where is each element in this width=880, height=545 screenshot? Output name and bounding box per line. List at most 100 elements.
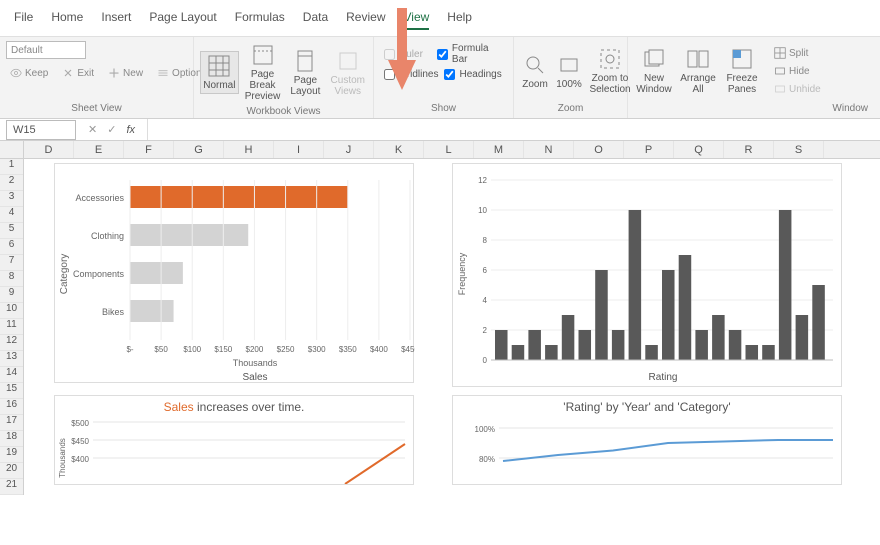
menu-formulas[interactable]: Formulas xyxy=(235,10,285,30)
new-window-button[interactable]: New Window xyxy=(634,45,674,97)
row-headers[interactable]: 123456789101112131415161718192021 xyxy=(0,159,24,495)
unhide-icon xyxy=(774,83,786,95)
svg-text:$400: $400 xyxy=(370,345,388,354)
col-header[interactable]: E xyxy=(74,141,124,158)
svg-text:4: 4 xyxy=(483,296,488,305)
col-header[interactable]: P xyxy=(624,141,674,158)
svg-text:Components: Components xyxy=(73,269,125,279)
formula-input[interactable] xyxy=(147,119,880,140)
group-window: New Window Arrange All Freeze Panes Spli… xyxy=(628,37,880,118)
svg-text:80%: 80% xyxy=(479,455,495,464)
row-header[interactable]: 14 xyxy=(0,367,23,383)
col-header[interactable]: N xyxy=(524,141,574,158)
chart4-title: 'Rating' by 'Year' and 'Category' xyxy=(453,396,841,414)
menu-bar: File Home Insert Page Layout Formulas Da… xyxy=(0,0,880,37)
svg-text:$-: $- xyxy=(126,345,133,354)
formula-cancel-icon[interactable]: ✕ xyxy=(88,123,97,136)
menu-insert[interactable]: Insert xyxy=(101,10,131,30)
eye-icon xyxy=(10,67,22,79)
freeze-panes-button[interactable]: Freeze Panes xyxy=(722,45,762,97)
chart-sales-over-time[interactable]: Sales increases over time. Thousands $50… xyxy=(54,395,414,485)
zoom-selection-icon xyxy=(597,47,623,71)
row-header[interactable]: 1 xyxy=(0,159,23,175)
col-header[interactable]: K xyxy=(374,141,424,158)
group-label-zoom: Zoom xyxy=(520,101,621,116)
arrange-all-button[interactable]: Arrange All xyxy=(678,45,718,97)
zoom-icon xyxy=(522,53,548,77)
col-header[interactable]: Q xyxy=(674,141,724,158)
col-header[interactable]: M xyxy=(474,141,524,158)
col-header[interactable]: G xyxy=(174,141,224,158)
sheet-canvas[interactable]: Category AccessoriesClothingComponentsBi… xyxy=(24,159,880,545)
select-all-button[interactable] xyxy=(0,141,24,159)
row-header[interactable]: 16 xyxy=(0,399,23,415)
menu-review[interactable]: Review xyxy=(346,10,385,30)
row-header[interactable]: 3 xyxy=(0,191,23,207)
column-headers[interactable]: DEFGHIJKLMNOPQRS xyxy=(24,141,880,159)
col-header[interactable]: S xyxy=(774,141,824,158)
hide-button[interactable]: Hide xyxy=(770,63,825,79)
svg-text:$250: $250 xyxy=(277,345,295,354)
row-header[interactable]: 21 xyxy=(0,479,23,495)
new-view-button[interactable]: New xyxy=(104,65,147,81)
plus-icon xyxy=(108,67,120,79)
page-layout-button[interactable]: Page Layout xyxy=(286,47,324,99)
row-header[interactable]: 4 xyxy=(0,207,23,223)
row-header[interactable]: 17 xyxy=(0,415,23,431)
col-header[interactable]: O xyxy=(574,141,624,158)
custom-views-button[interactable]: Custom Views xyxy=(329,47,367,99)
row-header[interactable]: 18 xyxy=(0,431,23,447)
sheet-view-combo[interactable] xyxy=(6,41,86,59)
col-header[interactable]: L xyxy=(424,141,474,158)
svg-text:Category: Category xyxy=(59,254,70,295)
col-header[interactable]: I xyxy=(274,141,324,158)
exit-icon xyxy=(62,67,74,79)
zoom-100-icon xyxy=(556,53,582,77)
formula-enter-icon[interactable]: ✓ xyxy=(107,123,116,136)
row-header[interactable]: 11 xyxy=(0,319,23,335)
keep-button[interactable]: Keep xyxy=(6,65,52,81)
page-break-button[interactable]: Page Break Preview xyxy=(243,41,283,104)
row-header[interactable]: 12 xyxy=(0,335,23,351)
chart-rating-by-year-category[interactable]: 'Rating' by 'Year' and 'Category' 100%80… xyxy=(452,395,842,485)
zoom-button[interactable]: Zoom xyxy=(520,51,550,92)
row-header[interactable]: 15 xyxy=(0,383,23,399)
row-header[interactable]: 20 xyxy=(0,463,23,479)
headings-checkbox[interactable]: Headings xyxy=(444,69,501,80)
normal-view-button[interactable]: Normal xyxy=(200,51,239,94)
name-box[interactable] xyxy=(6,120,76,140)
zoom-100-button[interactable]: 100% xyxy=(554,51,584,92)
menu-data[interactable]: Data xyxy=(303,10,328,30)
svg-text:$100: $100 xyxy=(183,345,201,354)
insert-function-icon[interactable]: fx xyxy=(126,124,135,136)
chart-sales-by-category[interactable]: Category AccessoriesClothingComponentsBi… xyxy=(54,163,414,383)
chart-rating-frequency[interactable]: Frequency 024681012 Rating xyxy=(452,163,842,387)
col-header[interactable]: F xyxy=(124,141,174,158)
row-header[interactable]: 5 xyxy=(0,223,23,239)
new-window-icon xyxy=(641,47,667,71)
formula-bar-checkbox[interactable]: Formula Bar xyxy=(437,43,503,65)
exit-button[interactable]: Exit xyxy=(58,65,98,81)
row-header[interactable]: 10 xyxy=(0,303,23,319)
row-header[interactable]: 8 xyxy=(0,271,23,287)
menu-home[interactable]: Home xyxy=(51,10,83,30)
col-header[interactable]: D xyxy=(24,141,74,158)
formula-bar-checkbox-input[interactable] xyxy=(437,49,448,60)
row-header[interactable]: 9 xyxy=(0,287,23,303)
headings-checkbox-input[interactable] xyxy=(444,69,455,80)
svg-text:6: 6 xyxy=(483,266,488,275)
menu-page-layout[interactable]: Page Layout xyxy=(149,10,216,30)
row-header[interactable]: 6 xyxy=(0,239,23,255)
row-header[interactable]: 7 xyxy=(0,255,23,271)
group-label-sheet-view: Sheet View xyxy=(6,101,187,116)
menu-file[interactable]: File xyxy=(14,10,33,30)
row-header[interactable]: 13 xyxy=(0,351,23,367)
col-header[interactable]: H xyxy=(224,141,274,158)
col-header[interactable]: R xyxy=(724,141,774,158)
row-header[interactable]: 2 xyxy=(0,175,23,191)
menu-help[interactable]: Help xyxy=(447,10,472,30)
row-header[interactable]: 19 xyxy=(0,447,23,463)
split-button[interactable]: Split xyxy=(770,45,825,61)
zoom-to-selection-button[interactable]: Zoom to Selection xyxy=(588,45,632,97)
col-header[interactable]: J xyxy=(324,141,374,158)
